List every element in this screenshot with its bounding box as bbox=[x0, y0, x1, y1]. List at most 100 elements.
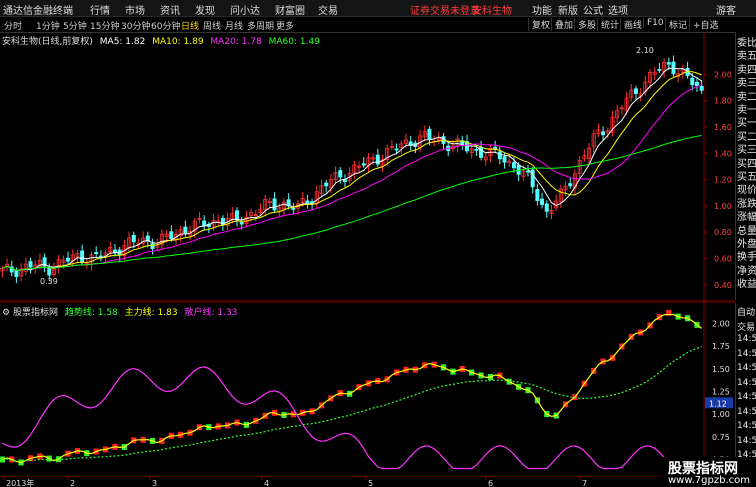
date-tick: 6 bbox=[488, 479, 493, 487]
guest-label[interactable]: 游客 bbox=[716, 2, 736, 17]
candle-body bbox=[47, 267, 52, 276]
menu-item-ask[interactable]: 问小达 bbox=[230, 2, 260, 17]
btn-draw[interactable]: 画线 bbox=[620, 18, 645, 31]
indicator-chart[interactable]: 2.001.751.501.251.000.750.501.12 bbox=[0, 302, 735, 477]
candle-body bbox=[568, 183, 573, 187]
price-tick: 1.20 bbox=[714, 176, 732, 185]
period-multi[interactable]: 多周期 bbox=[247, 19, 274, 32]
stock-name: 安科生物 bbox=[472, 6, 512, 17]
quote-side-panel: 委比 卖五 卖四 卖三 卖二 卖一 买一 买二 买三 买四 买五 现价 涨跌 涨幅 总量 外盘 换手 净资 收益 bbox=[735, 32, 756, 300]
btn-add-watchlist[interactable]: +自选 bbox=[689, 18, 722, 31]
menu-item-function[interactable]: 功能 bbox=[532, 2, 552, 17]
date-tick: 5 bbox=[368, 479, 373, 487]
btn-f10[interactable]: F10 bbox=[643, 18, 667, 28]
trade-label: 14:50 bbox=[737, 334, 756, 344]
btn-restore-rights[interactable]: 复权 bbox=[528, 18, 553, 31]
sub-tick: 1.75 bbox=[712, 342, 730, 351]
sub-tick: 2.00 bbox=[712, 320, 730, 329]
candle-body bbox=[14, 270, 19, 277]
menu-item-options[interactable]: 选项 bbox=[608, 2, 628, 17]
candle-body bbox=[98, 255, 103, 258]
candle-body bbox=[94, 252, 99, 254]
sub-tick: 1.25 bbox=[712, 388, 730, 397]
price-tick: 1.60 bbox=[714, 123, 732, 132]
menu-item-market[interactable]: 市场 bbox=[125, 2, 145, 17]
candle-body bbox=[394, 148, 399, 151]
top-menu-bar: 通达信金融终端 行情 市场 资讯 发现 问小达 财富圈 交易 证券交易未登录 安… bbox=[0, 0, 756, 17]
period-1min[interactable]: 1分钟 bbox=[36, 19, 60, 32]
date-tick: 2 bbox=[70, 479, 75, 487]
price-tick: 1.00 bbox=[714, 202, 732, 211]
candle-body bbox=[526, 170, 531, 173]
trade-label: 14:50 bbox=[737, 406, 756, 417]
candle-body bbox=[427, 128, 432, 140]
app-title: 通达信金融终端 bbox=[3, 6, 73, 17]
price-tick: 0.80 bbox=[714, 228, 732, 237]
candle-body bbox=[511, 162, 516, 169]
candle-body bbox=[502, 156, 507, 163]
period-15min[interactable]: 15分钟 bbox=[90, 19, 119, 32]
trade-label: 14:50 bbox=[737, 421, 756, 431]
candle-body bbox=[338, 170, 343, 178]
candle-body bbox=[291, 207, 296, 210]
watermark: 股票指标网 www.7gpzb.com bbox=[662, 457, 756, 487]
period-30min[interactable]: 30分钟 bbox=[121, 19, 150, 32]
candle-body bbox=[183, 226, 188, 234]
login-alert[interactable]: 证券交易未登录 bbox=[410, 2, 480, 17]
price-tick: 0.60 bbox=[714, 255, 732, 264]
low-annotation: 0.39 bbox=[40, 277, 58, 286]
menu-item-quotes[interactable]: 行情 bbox=[90, 2, 110, 17]
period-toolbar: 分时 1分钟 5分钟 15分钟 30分钟 60分钟 日线 周线 月线 多周期 更… bbox=[0, 17, 756, 33]
date-tick: 3 bbox=[152, 479, 157, 487]
candle-body bbox=[272, 198, 277, 211]
candle-body bbox=[497, 151, 502, 160]
period-minute[interactable]: 分时 bbox=[4, 19, 22, 32]
candle-body bbox=[305, 200, 310, 205]
period-5min[interactable]: 5分钟 bbox=[63, 19, 87, 32]
btn-stats[interactable]: 统计 bbox=[597, 18, 622, 31]
candle-body bbox=[666, 62, 671, 65]
ma60-line bbox=[2, 135, 702, 271]
candlestick-chart[interactable]: 2.00 1.80 1.60 1.40 1.20 1.00 0.80 0.60 0.40 2.1… bbox=[0, 32, 735, 302]
trade-label: 自动 bbox=[737, 308, 756, 318]
price-tick: 1.80 bbox=[714, 97, 732, 106]
period-more[interactable]: 更多 bbox=[276, 19, 294, 32]
high-annotation: 2.10 bbox=[636, 46, 654, 55]
menu-item-newversion[interactable]: 新版 bbox=[558, 2, 578, 17]
period-monthly[interactable]: 月线 bbox=[225, 19, 243, 32]
ma10-line bbox=[2, 70, 702, 271]
candle-body bbox=[150, 243, 155, 249]
period-daily[interactable]: 日线 bbox=[181, 19, 199, 32]
retail-line bbox=[2, 366, 703, 470]
period-60min[interactable]: 60分钟 bbox=[151, 19, 180, 32]
menu-item-trade[interactable]: 交易 bbox=[318, 2, 338, 17]
menu-item-news[interactable]: 资讯 bbox=[160, 2, 180, 17]
candle-body bbox=[375, 154, 380, 165]
candle-body bbox=[169, 231, 174, 240]
date-tick: 7 bbox=[582, 479, 587, 487]
candle-body bbox=[28, 261, 33, 268]
trade-label: 交易 bbox=[737, 322, 756, 333]
price-tick: 2.00 bbox=[714, 70, 732, 79]
candle-body bbox=[66, 257, 71, 262]
btn-overlay[interactable]: 叠加 bbox=[551, 18, 576, 31]
trade-label: 14:50 bbox=[737, 377, 756, 388]
sub-tick: 0.75 bbox=[712, 433, 730, 442]
candle-body bbox=[474, 149, 479, 151]
candle-body bbox=[361, 163, 366, 166]
btn-multi-stock[interactable]: 多股 bbox=[574, 18, 599, 31]
menu-item-wealth[interactable]: 财富圈 bbox=[275, 2, 305, 17]
trade-label: 14:50 bbox=[737, 435, 756, 446]
menu-item-discover[interactable]: 发现 bbox=[195, 2, 215, 17]
candle-body bbox=[540, 198, 545, 205]
ma20-line bbox=[2, 83, 702, 271]
price-tick: 1.40 bbox=[714, 149, 732, 158]
trade-side-panel: 自动交易14:5014:5014:5014:5014:5014:5014:501… bbox=[735, 303, 756, 463]
date-tick: 4 bbox=[264, 479, 269, 487]
trade-label: 14:50 bbox=[737, 348, 756, 359]
period-weekly[interactable]: 周线 bbox=[203, 19, 221, 32]
btn-mark[interactable]: 标记 bbox=[665, 18, 690, 31]
menu-item-formula[interactable]: 公式 bbox=[583, 2, 603, 17]
candle-body bbox=[699, 85, 704, 91]
price-tick: 0.40 bbox=[714, 281, 732, 290]
